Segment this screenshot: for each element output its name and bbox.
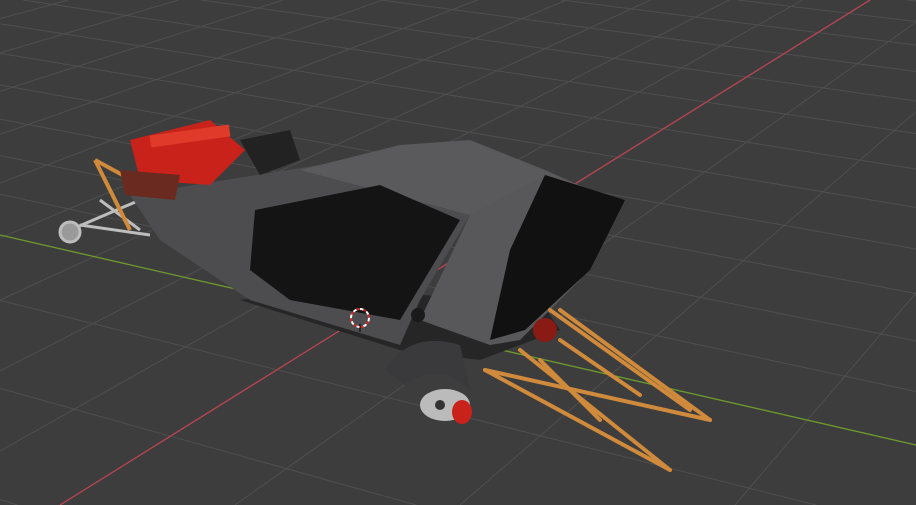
grid-line <box>561 0 916 46</box>
grid-line <box>200 0 916 102</box>
fuel-cap <box>411 308 425 322</box>
grid-line <box>0 499 18 505</box>
rear-hub <box>533 318 557 342</box>
grid-line <box>0 0 69 20</box>
grid-line <box>0 387 417 505</box>
3d-viewport[interactable] <box>0 0 916 505</box>
grid-line <box>0 0 179 54</box>
grid-line <box>734 292 916 505</box>
grid-line <box>0 0 384 135</box>
rear-wheel <box>420 389 472 424</box>
front-suspension <box>58 198 151 244</box>
grid-line <box>738 0 916 22</box>
car-model[interactable] <box>58 120 712 472</box>
grid-line <box>907 0 916 2</box>
viewport-canvas[interactable] <box>0 0 916 505</box>
grid-line <box>0 0 284 92</box>
